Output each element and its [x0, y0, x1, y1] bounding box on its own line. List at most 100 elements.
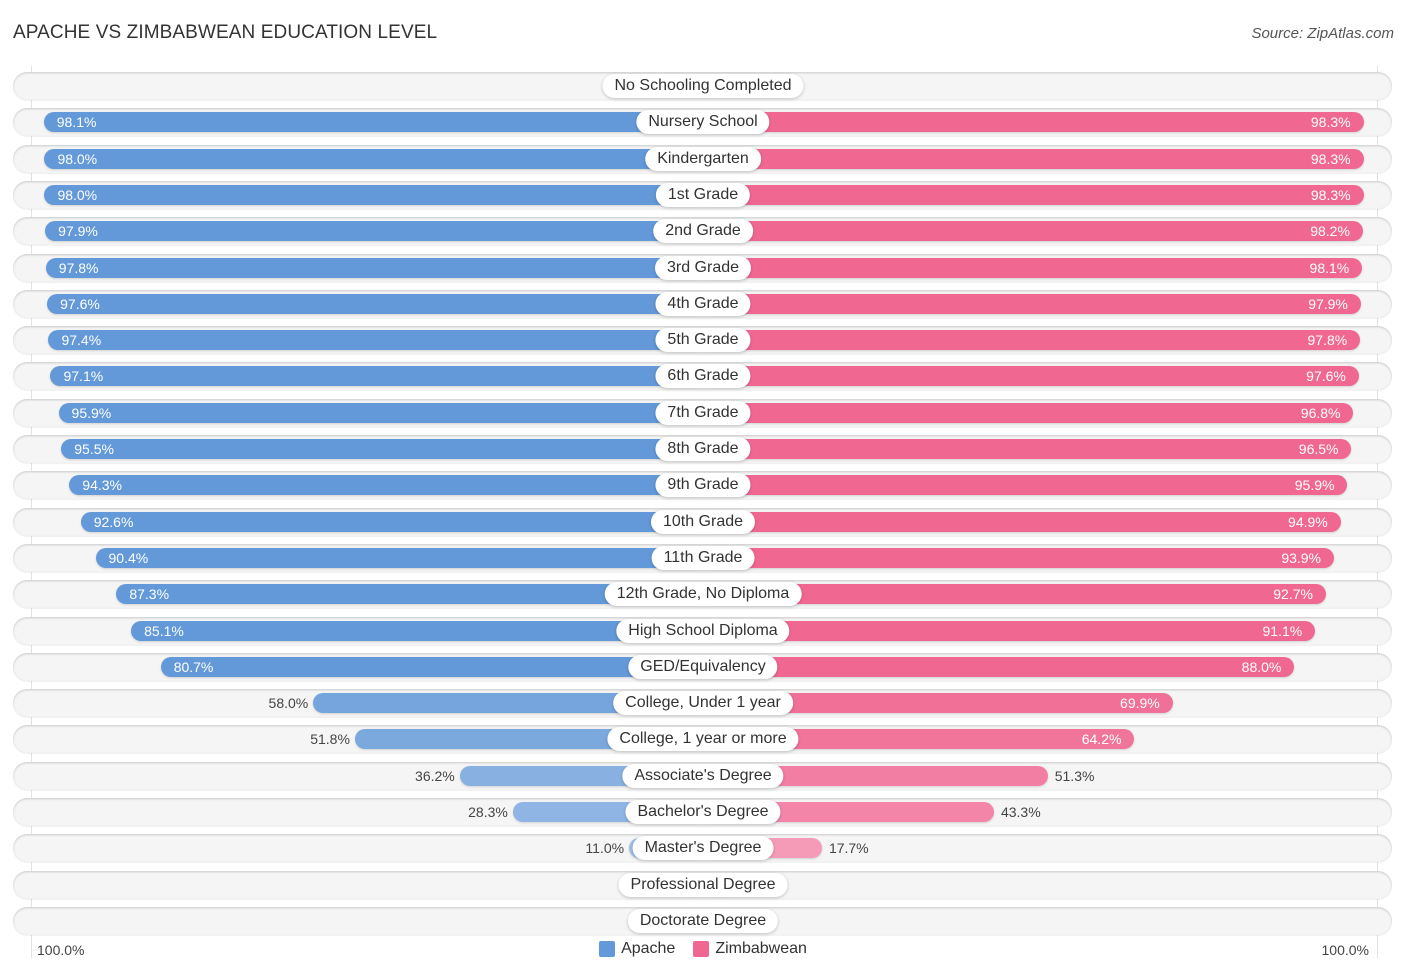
- value-label-apache: 28.3%: [468, 804, 508, 820]
- value-label-apache: 90.4%: [108, 549, 149, 566]
- value-label-zimbabwean: 91.1%: [1262, 622, 1303, 639]
- bar-apache[interactable]: [44, 184, 703, 205]
- value-label-zimbabwean: 95.9%: [1294, 477, 1335, 494]
- value-label-apache: 11.0%: [585, 840, 625, 857]
- legend-label-zimbabwean: Zimbabwean: [715, 940, 807, 957]
- bar-zimbabwean[interactable]: [703, 656, 1295, 677]
- value-label-apache: 94.3%: [82, 477, 122, 494]
- bar-zimbabwean[interactable]: [703, 439, 1352, 459]
- bar-apache[interactable]: [44, 148, 703, 169]
- category-label: 1st Grade: [655, 182, 751, 207]
- value-label-zimbabwean: 43.3%: [1000, 804, 1041, 820]
- bar-zimbabwean[interactable]: [703, 620, 1316, 641]
- value-label-zimbabwean: 17.7%: [828, 840, 869, 857]
- legend-swatch-zimbabwean: [693, 941, 710, 957]
- chart-rows: 2.1%1.7%No Schooling Completed98.1%98.3%…: [0, 0, 1406, 975]
- value-label-apache: 36.2%: [415, 767, 455, 784]
- bar-zimbabwean[interactable]: [703, 148, 1364, 169]
- bar-zimbabwean[interactable]: [703, 402, 1354, 423]
- value-label-zimbabwean: 97.8%: [1307, 332, 1348, 349]
- value-label-apache: 51.8%: [310, 731, 350, 748]
- value-label-apache: 97.6%: [60, 295, 100, 312]
- bar-zimbabwean[interactable]: [703, 330, 1361, 351]
- value-label-zimbabwean: 96.8%: [1300, 404, 1341, 421]
- value-label-zimbabwean: 51.3%: [1054, 767, 1095, 784]
- value-label-apache: 95.9%: [71, 404, 112, 421]
- category-label: 8th Grade: [655, 437, 751, 461]
- category-label: Nursery School: [636, 110, 770, 135]
- category-label: High School Diploma: [616, 618, 790, 643]
- category-label: 4th Grade: [655, 291, 751, 316]
- category-label: Master's Degree: [632, 836, 774, 861]
- bar-zimbabwean[interactable]: [703, 475, 1348, 496]
- category-label: Doctorate Degree: [627, 908, 779, 933]
- category-label: College, Under 1 year: [613, 691, 793, 716]
- bar-apache[interactable]: [48, 330, 703, 351]
- legend-label-apache: Apache: [621, 940, 676, 957]
- bar-zimbabwean[interactable]: [703, 112, 1364, 133]
- value-label-zimbabwean: 69.9%: [1120, 695, 1160, 712]
- bar-zimbabwean[interactable]: [703, 257, 1363, 278]
- value-label-apache: 98.0%: [57, 150, 98, 167]
- value-label-apache: 87.3%: [129, 586, 170, 603]
- legend-item-zimbabwean[interactable]: Zimbabwean: [693, 940, 807, 958]
- value-label-apache: 85.1%: [144, 622, 184, 639]
- category-label: Professional Degree: [618, 872, 788, 897]
- bar-zimbabwean[interactable]: [703, 293, 1361, 314]
- value-label-apache: 97.4%: [61, 332, 102, 349]
- bar-zimbabwean[interactable]: [703, 221, 1363, 242]
- value-label-zimbabwean: 97.6%: [1306, 368, 1346, 385]
- value-label-apache: 95.5%: [74, 441, 114, 457]
- value-label-apache: 58.0%: [268, 695, 309, 712]
- value-label-apache: 97.1%: [63, 368, 104, 385]
- bar-apache[interactable]: [95, 547, 703, 568]
- category-label: 10th Grade: [650, 509, 756, 534]
- value-label-zimbabwean: 64.2%: [1081, 731, 1122, 748]
- category-label: 3rd Grade: [654, 255, 752, 280]
- category-label: College, 1 year or more: [607, 727, 799, 752]
- bar-zimbabwean[interactable]: [703, 547, 1334, 568]
- bar-zimbabwean[interactable]: [703, 511, 1341, 532]
- bar-apache[interactable]: [58, 402, 703, 423]
- category-label: No Schooling Completed: [602, 74, 804, 98]
- bar-apache[interactable]: [45, 221, 703, 242]
- bar-apache[interactable]: [80, 511, 703, 532]
- value-label-apache: 98.0%: [57, 186, 98, 203]
- value-label-zimbabwean: 93.9%: [1281, 549, 1322, 566]
- bar-apache[interactable]: [50, 366, 703, 387]
- value-label-apache: 80.7%: [173, 658, 214, 675]
- bar-apache[interactable]: [160, 656, 703, 677]
- value-label-apache: 98.1%: [56, 114, 97, 131]
- category-label: 9th Grade: [655, 473, 751, 498]
- value-label-zimbabwean: 88.0%: [1241, 658, 1282, 675]
- value-label-zimbabwean: 97.9%: [1308, 295, 1348, 312]
- bar-apache[interactable]: [61, 439, 703, 459]
- category-label: 12th Grade, No Diploma: [604, 582, 802, 607]
- legend-swatch-apache: [599, 941, 616, 957]
- value-label-zimbabwean: 96.5%: [1298, 441, 1339, 457]
- category-label: 5th Grade: [655, 328, 751, 353]
- value-label-apache: 97.9%: [58, 223, 98, 240]
- category-label: Bachelor's Degree: [625, 800, 781, 824]
- value-label-apache: 92.6%: [93, 513, 134, 530]
- value-label-zimbabwean: 98.1%: [1309, 259, 1350, 276]
- value-label-zimbabwean: 98.3%: [1310, 150, 1351, 167]
- bar-apache[interactable]: [43, 112, 703, 133]
- value-label-zimbabwean: 98.2%: [1310, 223, 1350, 240]
- bar-apache[interactable]: [45, 257, 703, 278]
- category-label: GED/Equivalency: [628, 654, 778, 679]
- legend: Apache Zimbabwean: [0, 940, 1406, 958]
- value-label-zimbabwean: 92.7%: [1273, 586, 1313, 603]
- category-label: Kindergarten: [645, 146, 761, 171]
- bar-apache[interactable]: [69, 475, 703, 496]
- bar-zimbabwean[interactable]: [703, 366, 1359, 387]
- value-label-zimbabwean: 98.3%: [1310, 114, 1351, 131]
- category-label: Associate's Degree: [622, 763, 784, 788]
- value-label-apache: 97.8%: [58, 259, 99, 276]
- legend-item-apache[interactable]: Apache: [599, 940, 675, 958]
- category-label: 11th Grade: [651, 545, 755, 570]
- value-label-zimbabwean: 98.3%: [1310, 186, 1351, 203]
- category-label: 2nd Grade: [653, 219, 753, 244]
- bar-apache[interactable]: [47, 293, 703, 314]
- bar-zimbabwean[interactable]: [703, 184, 1364, 205]
